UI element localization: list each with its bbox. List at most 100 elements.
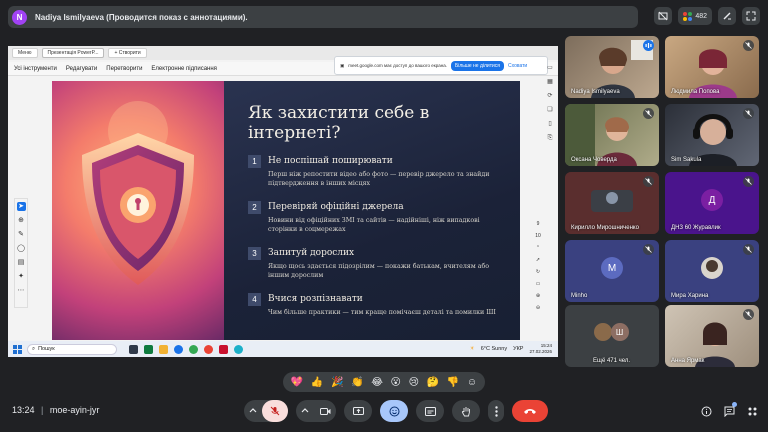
tab-presentation[interactable]: Презентація PowerP... (41, 48, 105, 58)
reaction-more-icon[interactable]: ☺ (467, 377, 477, 388)
hand-icon (461, 406, 470, 416)
acrobat-icon[interactable] (219, 344, 228, 354)
windows-start-icon[interactable] (13, 344, 22, 354)
taskbar-search-placeholder: Пошук (38, 346, 55, 352)
bookmark-icon[interactable]: ▯ (546, 120, 554, 128)
reaction-clap-icon[interactable]: 👏 (351, 377, 363, 388)
meeting-details-button[interactable] (701, 404, 712, 422)
reaction-sad-icon[interactable]: 😢 (409, 377, 419, 388)
chat-button[interactable] (724, 402, 737, 422)
shield-lock-icon (82, 101, 194, 285)
participant-tile-3[interactable]: Оксана Човерда (565, 104, 659, 166)
menu-item-convert[interactable]: Перетворити (106, 66, 142, 72)
point-title: Запитуй дорослих (268, 248, 355, 258)
participant-name: Анна Ярмак (671, 358, 705, 364)
lang-indicator[interactable]: УКР (513, 346, 523, 352)
meet-app-icon[interactable] (234, 344, 243, 354)
speaking-indicator-icon (643, 40, 654, 51)
present-screen-button[interactable] (344, 400, 372, 422)
search-icon: ⌕ (32, 345, 36, 352)
participant-tile-5[interactable]: Кирилло Мирошниченко (565, 172, 659, 234)
stop-sharing-button[interactable]: Більше не ділитися (450, 60, 505, 71)
page-number-10[interactable]: 10 (535, 233, 541, 239)
leave-call-button[interactable] (512, 400, 548, 422)
raise-hand-button[interactable] (452, 400, 480, 422)
participant-tile-7[interactable]: M Minho (565, 240, 659, 302)
page-number-9[interactable]: 9 (537, 221, 540, 227)
fullscreen-icon[interactable] (742, 7, 760, 25)
comment-icon[interactable]: ▭ (546, 64, 554, 72)
point-body: Новини від офіційних ЗМІ та сайтів — над… (268, 217, 480, 233)
cursor-icon[interactable]: ➤ (16, 202, 26, 211)
camera-control-group (296, 400, 336, 422)
point-body: Якщо щось здається підозрілим — покажи б… (268, 263, 490, 279)
taskbar-clock[interactable]: 15:24 27.02.2026 (529, 343, 552, 354)
point-title: Перевіряй офіційні джерела (268, 202, 404, 212)
zoom-in-icon[interactable]: ⊕ (536, 293, 540, 299)
chat-badge (732, 402, 737, 407)
select-icon[interactable]: ➚ (536, 257, 540, 263)
participant-tile-1[interactable]: Nadiya Ismilyaeva (565, 36, 659, 98)
pen-icon[interactable] (718, 7, 736, 25)
participants-count: 482 (695, 12, 707, 20)
text-select-icon[interactable]: ▤ (17, 258, 26, 267)
stamp-icon[interactable]: ✦ (17, 272, 26, 281)
chrome-icon[interactable] (189, 344, 198, 354)
participant-tile-2[interactable]: Людмила Попова (665, 36, 759, 98)
mic-toggle-button[interactable] (262, 400, 288, 422)
participant-tile-6[interactable]: Д ДНЗ 60 Журавлик (665, 172, 759, 234)
save-icon[interactable]: ▭ (536, 281, 541, 287)
meeting-code[interactable]: moe-ayin-jyr (50, 405, 100, 415)
mic-off-icon (743, 108, 754, 119)
activities-button[interactable] (747, 404, 758, 422)
tab-create[interactable]: + Створити (108, 48, 147, 58)
files-icon[interactable] (144, 344, 153, 354)
reaction-thinking-icon[interactable]: 🤔 (427, 377, 439, 388)
reactions-button[interactable] (380, 400, 408, 422)
captions-button[interactable] (416, 400, 444, 422)
participants-count-button[interactable]: 482 (678, 7, 712, 25)
menu-item-all-tools[interactable]: Усі інструменти (14, 66, 57, 72)
menu-item-esign[interactable]: Електронне підписання (151, 66, 216, 72)
hide-banner-button[interactable]: Сховати (508, 63, 527, 69)
mic-options-chevron-icon[interactable] (244, 400, 262, 422)
reaction-thumbs-up-icon[interactable]: 👍 (311, 377, 323, 388)
layers-icon[interactable]: ❏ (546, 106, 554, 114)
camera-toggle-button[interactable] (314, 400, 336, 422)
mic-control-group (244, 400, 288, 422)
edge-icon[interactable] (174, 344, 183, 354)
reaction-laugh-icon[interactable]: 😂 (371, 377, 383, 388)
reaction-heart-icon[interactable]: 💖 (291, 377, 303, 388)
reaction-party-icon[interactable]: 🎉 (331, 377, 343, 388)
chrome-red-icon[interactable] (204, 344, 213, 354)
share-icon[interactable]: ⟳ (546, 92, 554, 100)
mic-off-icon (743, 309, 754, 320)
hide-screen-icon[interactable] (654, 7, 673, 25)
participant-tile-10[interactable]: Анна Ярмак (665, 305, 759, 367)
point-number: 2 (248, 201, 261, 214)
rotate-icon[interactable]: ↻ (536, 269, 540, 275)
emoji-icon (389, 406, 399, 416)
reaction-thumbs-down-icon[interactable]: 👎 (447, 377, 459, 388)
pencil-icon[interactable]: ✎ (17, 230, 26, 239)
zoom-out-icon[interactable]: ⊖ (536, 305, 540, 311)
lasso-icon[interactable]: ◯ (17, 244, 26, 253)
participant-tile-4[interactable]: Sim Sakula (665, 104, 759, 166)
attach-icon[interactable]: ⎘ (546, 134, 554, 142)
participant-tile-8[interactable]: Мира Харина (665, 240, 759, 302)
reaction-surprised-icon[interactable]: 😮 (391, 377, 401, 388)
zoom-icon[interactable]: ⊕ (17, 216, 26, 225)
scroll-up-icon[interactable]: ⌃ (536, 245, 540, 251)
explorer-icon[interactable] (159, 344, 168, 354)
task-view-icon[interactable] (129, 344, 138, 354)
tab-menu[interactable]: Меню (12, 48, 38, 58)
share-banner-text: meet.google.com має доступ до вашого екр… (348, 63, 447, 68)
more-options-button[interactable] (488, 400, 504, 422)
participant-name: Minho (571, 293, 588, 299)
taskbar-search[interactable]: ⌕ Пошук (27, 343, 117, 355)
menu-item-edit[interactable]: Редагувати (66, 66, 97, 72)
camera-options-chevron-icon[interactable] (296, 400, 314, 422)
more-participants-tile[interactable]: Ш Ещё 471 чел. (565, 305, 659, 367)
more-tools-icon[interactable]: ⋯ (17, 286, 26, 295)
image-icon[interactable]: ▦ (546, 78, 554, 86)
